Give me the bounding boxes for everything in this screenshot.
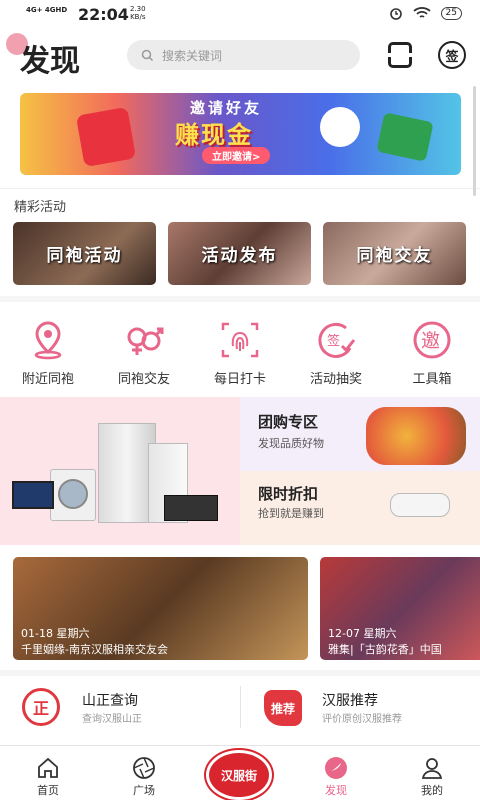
group-buy-subtitle: 发现品质好物 (258, 437, 324, 450)
event-date: 12-07 星期六 (328, 627, 397, 640)
shortcut-toolbox[interactable]: 邀 工具箱 (384, 320, 480, 390)
divider-vertical (240, 686, 241, 728)
sign-check-icon: 签 (318, 322, 356, 358)
washer-door (58, 479, 88, 509)
profile-icon (421, 758, 443, 779)
link-subtitle: 评价原创汉服推荐 (322, 714, 402, 725)
activity-card-2[interactable]: 活动发布 (168, 222, 311, 285)
event-card-1[interactable]: 01-18 星期六 千里姻缘-南京汉服相亲交友会 (13, 557, 308, 660)
drone-graphic (390, 493, 450, 517)
battery-indicator: 25 (440, 6, 462, 20)
svg-text:签: 签 (327, 333, 340, 349)
tab-discover[interactable]: 发现 (296, 746, 376, 800)
link-title: 山正查询 (82, 693, 138, 709)
sign-in-button[interactable]: 签 (438, 41, 466, 69)
discover-screen: 4G+ 4GHD 22:04 2.30 KB/s 25 发现 搜索关键词 签 邀… (0, 0, 480, 800)
group-buy-title: 团购专区 (258, 413, 319, 431)
wifi-icon (412, 7, 431, 18)
flash-sale-title: 限时折扣 (258, 485, 319, 503)
alarm-icon (389, 8, 402, 20)
scan-icon[interactable] (388, 42, 412, 68)
link-title: 汉服推荐 (322, 693, 378, 709)
tab-hanfu-street[interactable]: 汉服街 (206, 750, 272, 800)
activity-card-1[interactable]: 同袍活动 (13, 222, 156, 285)
event-card-2[interactable]: 12-07 星期六 雅集|「古韵花香」中国 (320, 557, 480, 660)
gender-icon (127, 327, 164, 355)
divider (0, 188, 480, 189)
search-bar[interactable]: 搜索关键词 (127, 40, 360, 70)
section-title: 精彩活动 (14, 200, 67, 215)
shortcut-daily-checkin[interactable]: 每日打卡 (192, 320, 288, 390)
discover-icon (325, 757, 347, 779)
tv-graphic (12, 481, 54, 509)
link-subtitle: 查询汉服山正 (82, 714, 142, 725)
banner-line2: 赚现金 (175, 121, 253, 149)
event-name: 千里姻缘-南京汉服相亲交友会 (21, 643, 168, 656)
activity-card-3[interactable]: 同袍交友 (323, 222, 466, 285)
character-graphic (320, 107, 360, 147)
section-separator (0, 296, 480, 302)
network-speed: 2.30 KB/s (130, 5, 146, 21)
tab-square[interactable]: 广场 (104, 746, 184, 800)
shortcut-make-friends[interactable]: 同袍交友 (96, 320, 192, 390)
search-icon (141, 49, 154, 61)
recommend-icon: 推荐 (264, 690, 302, 726)
flash-sale-subtitle: 抢到就是赚到 (258, 507, 324, 520)
microwave-graphic (164, 495, 218, 521)
invite-banner[interactable]: 邀请好友 赚现金 立即邀请> (20, 93, 461, 175)
group-buy-promo[interactable]: 团购专区 发现品质好物 (240, 397, 480, 471)
red-envelope-graphic (75, 106, 137, 168)
scrollbar[interactable] (473, 86, 476, 196)
shanzheng-icon: 正 (22, 688, 60, 726)
shortcut-lottery[interactable]: 签 活动抽奖 (288, 320, 384, 390)
aperture-icon (133, 757, 155, 779)
invite-tool-icon: 邀 (413, 321, 451, 359)
section-separator (0, 670, 480, 676)
clock: 22:04 (78, 5, 129, 24)
network-indicator: 4G+ 4GHD (26, 6, 68, 14)
status-bar: 4G+ 4GHD 22:04 2.30 KB/s 25 (0, 0, 480, 30)
shortcut-nearby[interactable]: 附近同袍 (0, 320, 96, 390)
banner-cta[interactable]: 立即邀请> (202, 147, 271, 164)
event-name: 雅集|「古韵花香」中国 (328, 643, 442, 656)
appliance-promo[interactable] (0, 397, 240, 545)
shanzheng-query-link[interactable]: 正 山正查询 查询汉服山正 (0, 678, 238, 740)
event-date: 01-18 星期六 (21, 627, 90, 640)
tab-home[interactable]: 首页 (8, 746, 88, 800)
home-icon (38, 757, 58, 778)
search-placeholder: 搜索关键词 (162, 48, 223, 63)
tab-mine[interactable]: 我的 (392, 746, 472, 800)
flash-sale-promo[interactable]: 限时折扣 抢到就是赚到 (240, 471, 480, 545)
fingerprint-icon (221, 322, 259, 358)
svg-text:邀: 邀 (421, 330, 440, 352)
location-pin-icon (34, 321, 62, 360)
page-title: 发现 (20, 44, 80, 79)
snacks-graphic (366, 407, 466, 465)
money-graphic (376, 112, 434, 162)
hanfu-recommend-link[interactable]: 推荐 汉服推荐 评价原创汉服推荐 (242, 678, 480, 740)
hanfu-street-icon: 汉服街 (220, 768, 257, 783)
